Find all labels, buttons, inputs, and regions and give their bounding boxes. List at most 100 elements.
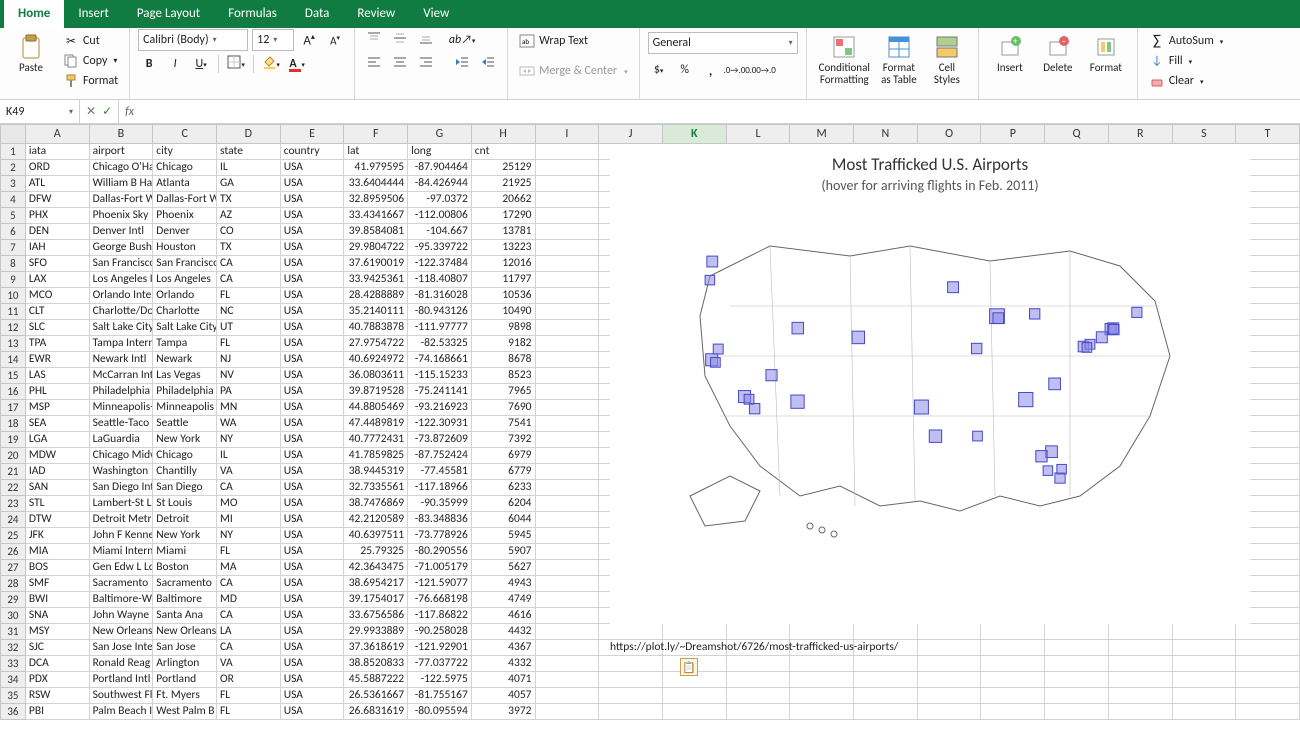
cell-T23[interactable] bbox=[1236, 496, 1300, 512]
cell-J10[interactable] bbox=[599, 288, 663, 304]
cell-G17[interactable]: -93.216923 bbox=[408, 400, 472, 416]
cell-A36[interactable]: PBI bbox=[26, 704, 90, 720]
cell-M29[interactable] bbox=[790, 592, 854, 608]
cell-C12[interactable]: Salt Lake City bbox=[153, 320, 217, 336]
orientation-button[interactable]: ab↗▾ bbox=[451, 29, 473, 51]
cell-P17[interactable] bbox=[981, 400, 1045, 416]
cell-I21[interactable] bbox=[536, 464, 600, 480]
cell-A27[interactable]: BOS bbox=[26, 560, 90, 576]
cell-N8[interactable] bbox=[854, 256, 918, 272]
cell-G7[interactable]: -95.339722 bbox=[408, 240, 472, 256]
cell-H4[interactable]: 20662 bbox=[472, 192, 536, 208]
row-header-2[interactable]: 2 bbox=[0, 160, 26, 176]
cell-F14[interactable]: 40.6924972 bbox=[344, 352, 408, 368]
row-header-8[interactable]: 8 bbox=[0, 256, 26, 272]
cell-D11[interactable]: NC bbox=[217, 304, 281, 320]
cell-Q31[interactable] bbox=[1045, 624, 1109, 640]
tab-home[interactable]: Home bbox=[4, 0, 64, 28]
column-header-L[interactable]: L bbox=[727, 124, 791, 144]
cell-J21[interactable] bbox=[599, 464, 663, 480]
cell-H6[interactable]: 13781 bbox=[472, 224, 536, 240]
cell-L21[interactable] bbox=[727, 464, 791, 480]
cell-P26[interactable] bbox=[981, 544, 1045, 560]
cell-D1[interactable]: state bbox=[217, 144, 281, 160]
column-header-F[interactable]: F bbox=[344, 124, 408, 144]
cell-C4[interactable]: Dallas-Fort W bbox=[153, 192, 217, 208]
cell-R17[interactable] bbox=[1109, 400, 1173, 416]
cell-A15[interactable]: LAS bbox=[26, 368, 90, 384]
cell-R2[interactable] bbox=[1109, 160, 1173, 176]
cell-C35[interactable]: Ft. Myers bbox=[153, 688, 217, 704]
cell-E7[interactable]: USA bbox=[281, 240, 345, 256]
cell-J28[interactable] bbox=[599, 576, 663, 592]
column-header-C[interactable]: C bbox=[153, 124, 217, 144]
cell-J12[interactable] bbox=[599, 320, 663, 336]
cell-C30[interactable]: Santa Ana bbox=[153, 608, 217, 624]
cell-E2[interactable]: USA bbox=[281, 160, 345, 176]
cell-T1[interactable] bbox=[1236, 144, 1300, 160]
cell-A18[interactable]: SEA bbox=[26, 416, 90, 432]
column-header-M[interactable]: M bbox=[790, 124, 854, 144]
cell-G24[interactable]: -83.348836 bbox=[408, 512, 472, 528]
cell-I30[interactable] bbox=[536, 608, 600, 624]
cell-B13[interactable]: Tampa Intern bbox=[90, 336, 154, 352]
cell-P20[interactable] bbox=[981, 448, 1045, 464]
cell-J14[interactable] bbox=[599, 352, 663, 368]
cell-J11[interactable] bbox=[599, 304, 663, 320]
clear-button[interactable]: Clear▾ bbox=[1146, 72, 1226, 90]
row-header-15[interactable]: 15 bbox=[0, 368, 26, 384]
align-top-button[interactable] bbox=[363, 29, 385, 51]
cell-D34[interactable]: OR bbox=[217, 672, 281, 688]
cell-G36[interactable]: -80.095594 bbox=[408, 704, 472, 720]
cell-L18[interactable] bbox=[727, 416, 791, 432]
cell-M19[interactable] bbox=[790, 432, 854, 448]
cell-G28[interactable]: -121.59077 bbox=[408, 576, 472, 592]
cell-P34[interactable] bbox=[981, 672, 1045, 688]
cell-O21[interactable] bbox=[918, 464, 982, 480]
cell-K15[interactable] bbox=[663, 368, 727, 384]
cell-O15[interactable] bbox=[918, 368, 982, 384]
row-header-12[interactable]: 12 bbox=[0, 320, 26, 336]
row-header-17[interactable]: 17 bbox=[0, 400, 26, 416]
cell-E9[interactable]: USA bbox=[281, 272, 345, 288]
cell-D27[interactable]: MA bbox=[217, 560, 281, 576]
cell-F7[interactable]: 29.9804722 bbox=[344, 240, 408, 256]
cell-S31[interactable] bbox=[1173, 624, 1237, 640]
cell-B15[interactable]: McCarran Int bbox=[90, 368, 154, 384]
cell-C28[interactable]: Sacramento bbox=[153, 576, 217, 592]
cell-P14[interactable] bbox=[981, 352, 1045, 368]
increase-decimal-button[interactable]: .0→.00 bbox=[726, 59, 748, 81]
cell-T13[interactable] bbox=[1236, 336, 1300, 352]
cell-T19[interactable] bbox=[1236, 432, 1300, 448]
cell-Q10[interactable] bbox=[1045, 288, 1109, 304]
row-header-26[interactable]: 26 bbox=[0, 544, 26, 560]
cell-L15[interactable] bbox=[727, 368, 791, 384]
cell-Q32[interactable] bbox=[1045, 640, 1109, 656]
cell-S20[interactable] bbox=[1173, 448, 1237, 464]
cell-A22[interactable]: SAN bbox=[26, 480, 90, 496]
cell-F30[interactable]: 33.6756586 bbox=[344, 608, 408, 624]
cell-F5[interactable]: 33.4341667 bbox=[344, 208, 408, 224]
cell-E17[interactable]: USA bbox=[281, 400, 345, 416]
cell-T6[interactable] bbox=[1236, 224, 1300, 240]
cell-R22[interactable] bbox=[1109, 480, 1173, 496]
cell-R12[interactable] bbox=[1109, 320, 1173, 336]
cell-Q7[interactable] bbox=[1045, 240, 1109, 256]
cell-D19[interactable]: NY bbox=[217, 432, 281, 448]
cell-C15[interactable]: Las Vegas bbox=[153, 368, 217, 384]
cell-H23[interactable]: 6204 bbox=[472, 496, 536, 512]
cell-D21[interactable]: VA bbox=[217, 464, 281, 480]
row-header-25[interactable]: 25 bbox=[0, 528, 26, 544]
cell-R24[interactable] bbox=[1109, 512, 1173, 528]
cell-T30[interactable] bbox=[1236, 608, 1300, 624]
cell-L13[interactable] bbox=[727, 336, 791, 352]
cell-M12[interactable] bbox=[790, 320, 854, 336]
cell-T36[interactable] bbox=[1236, 704, 1300, 720]
row-header-7[interactable]: 7 bbox=[0, 240, 26, 256]
cell-T27[interactable] bbox=[1236, 560, 1300, 576]
row-header-18[interactable]: 18 bbox=[0, 416, 26, 432]
row-header-10[interactable]: 10 bbox=[0, 288, 26, 304]
cell-D16[interactable]: PA bbox=[217, 384, 281, 400]
row-header-1[interactable]: 1 bbox=[0, 144, 26, 160]
cell-I23[interactable] bbox=[536, 496, 600, 512]
